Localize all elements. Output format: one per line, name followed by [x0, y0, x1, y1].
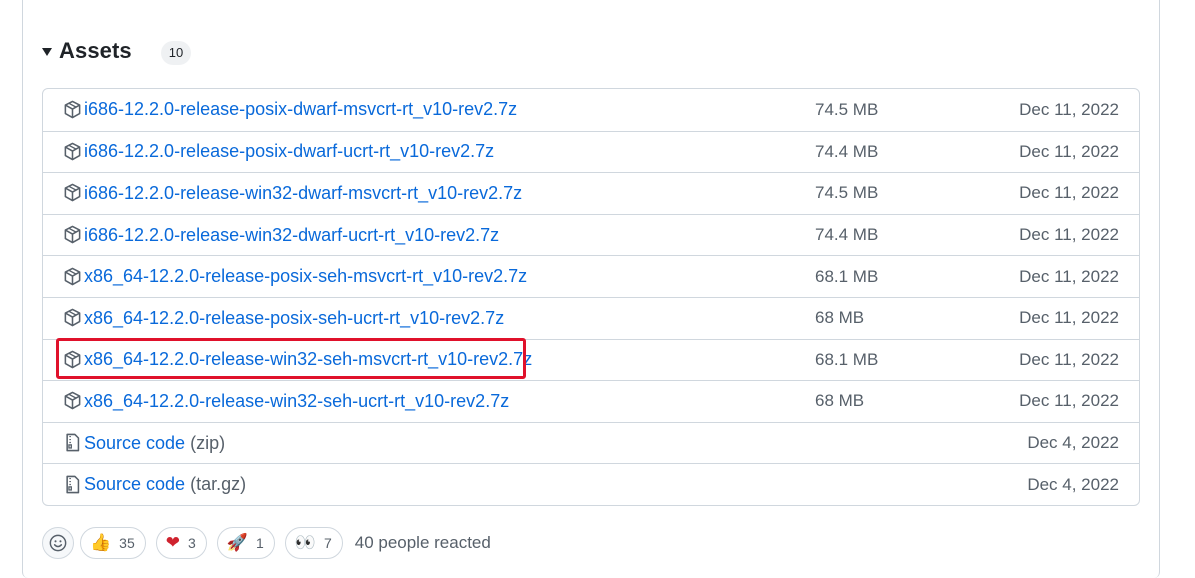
asset-date: Dec 11, 2022: [1019, 266, 1119, 286]
asset-size: 74.4 MB: [815, 141, 879, 161]
reactions-bar: 👍 35 ❤ 3 🚀 1 👀 7 40 people reacted: [42, 526, 491, 559]
asset-name: x86_64-12.2.0-release-posix-seh-msvcrt-r…: [84, 266, 528, 287]
asset-size: 74.5 MB: [815, 99, 879, 119]
asset-link[interactable]: x86_64-12.2.0-release-win32-seh-msvcrt-r…: [63, 340, 532, 381]
assets-title: Assets: [59, 38, 132, 63]
package-icon: [63, 350, 83, 370]
reaction-eyes-button[interactable]: 👀 7: [284, 526, 343, 559]
reaction-heart-button[interactable]: ❤ 3: [155, 526, 207, 559]
asset-link[interactable]: i686-12.2.0-release-posix-dwarf-msvcrt-r…: [63, 89, 517, 131]
asset-date: Dec 11, 2022: [1019, 99, 1119, 119]
assets-toggle[interactable]: Assets: [42, 36, 132, 66]
reaction-count: 35: [119, 534, 135, 551]
reaction-thumbs-up-button[interactable]: 👍 35: [80, 526, 146, 559]
reaction-count: 3: [188, 534, 196, 551]
asset-format: (tar.gz): [190, 474, 247, 495]
smiley-icon: [49, 534, 67, 551]
asset-name: x86_64-12.2.0-release-win32-seh-msvcrt-r…: [84, 349, 533, 370]
asset-name: x86_64-12.2.0-release-posix-seh-ucrt-rt_…: [84, 307, 505, 328]
rocket-icon: 🚀: [226, 533, 248, 552]
asset-link[interactable]: Source code (tar.gz): [63, 464, 246, 505]
caret-down-icon[interactable]: [42, 48, 52, 56]
reactions-summary: 40 people reacted: [354, 532, 491, 552]
asset-name: i686-12.2.0-release-posix-dwarf-ucrt-rt_…: [84, 141, 495, 162]
package-icon: [63, 142, 83, 162]
asset-row: Source code (zip) Dec 4, 2022: [43, 421, 1139, 464]
asset-date: Dec 4, 2022: [1027, 474, 1119, 494]
asset-date: Dec 11, 2022: [1019, 183, 1119, 203]
package-icon: [63, 267, 83, 287]
asset-row: x86_64-12.2.0-release-posix-seh-msvcrt-r…: [43, 255, 1139, 297]
asset-row: x86_64-12.2.0-release-posix-seh-ucrt-rt_…: [43, 296, 1139, 339]
file-zip-icon: [63, 433, 83, 453]
asset-name: i686-12.2.0-release-win32-dwarf-msvcrt-r…: [84, 182, 523, 203]
asset-date: Dec 11, 2022: [1019, 141, 1119, 161]
asset-link[interactable]: i686-12.2.0-release-win32-dwarf-msvcrt-r…: [63, 173, 522, 214]
asset-name: i686-12.2.0-release-posix-dwarf-msvcrt-r…: [84, 99, 518, 120]
asset-name: x86_64-12.2.0-release-win32-seh-ucrt-rt_…: [84, 390, 510, 411]
reaction-rocket-button[interactable]: 🚀 1: [216, 526, 275, 559]
asset-link[interactable]: i686-12.2.0-release-win32-dwarf-ucrt-rt_…: [63, 215, 499, 256]
asset-name: Source code: [84, 432, 186, 453]
asset-format: (zip): [190, 432, 226, 453]
assets-list: i686-12.2.0-release-posix-dwarf-msvcrt-r…: [42, 88, 1140, 506]
heart-icon: ❤: [165, 533, 180, 552]
asset-row: x86_64-12.2.0-release-win32-seh-msvcrt-r…: [43, 338, 1139, 381]
asset-row: i686-12.2.0-release-win32-dwarf-msvcrt-r…: [43, 172, 1139, 214]
thumbs-up-icon: 👍: [90, 533, 112, 552]
add-reaction-button[interactable]: [42, 526, 74, 559]
package-icon: [63, 183, 83, 203]
asset-date: Dec 11, 2022: [1019, 225, 1119, 245]
package-icon: [63, 225, 83, 245]
asset-row: x86_64-12.2.0-release-win32-seh-ucrt-rt_…: [43, 380, 1139, 422]
asset-link[interactable]: x86_64-12.2.0-release-posix-seh-msvcrt-r…: [63, 256, 527, 297]
asset-date: Dec 11, 2022: [1019, 391, 1119, 411]
package-icon: [63, 391, 83, 411]
asset-link[interactable]: i686-12.2.0-release-posix-dwarf-ucrt-rt_…: [63, 132, 494, 173]
asset-row: Source code (tar.gz) Dec 4, 2022: [43, 463, 1139, 505]
asset-row: i686-12.2.0-release-posix-dwarf-ucrt-rt_…: [43, 130, 1139, 173]
asset-link[interactable]: x86_64-12.2.0-release-win32-seh-ucrt-rt_…: [63, 381, 509, 422]
asset-date: Dec 11, 2022: [1019, 349, 1119, 369]
package-icon: [63, 100, 83, 120]
asset-date: Dec 11, 2022: [1019, 308, 1119, 328]
asset-row: i686-12.2.0-release-posix-dwarf-msvcrt-r…: [43, 89, 1139, 131]
asset-name: Source code: [84, 474, 186, 495]
asset-size: 68.1 MB: [815, 349, 879, 369]
asset-size: 68.1 MB: [815, 266, 879, 286]
asset-size: 74.4 MB: [815, 225, 879, 245]
file-zip-icon: [63, 475, 83, 495]
asset-date: Dec 4, 2022: [1027, 433, 1119, 453]
asset-link[interactable]: Source code (zip): [63, 423, 225, 464]
asset-size: 68 MB: [815, 391, 865, 411]
assets-count-badge: 10: [161, 41, 191, 65]
asset-link[interactable]: x86_64-12.2.0-release-posix-seh-ucrt-rt_…: [63, 298, 504, 339]
asset-size: 74.5 MB: [815, 183, 879, 203]
asset-name: i686-12.2.0-release-win32-dwarf-ucrt-rt_…: [84, 224, 500, 245]
reaction-count: 1: [255, 534, 264, 551]
reaction-count: 7: [323, 534, 332, 551]
asset-size: 68 MB: [815, 308, 865, 328]
package-icon: [63, 308, 83, 328]
asset-row: i686-12.2.0-release-win32-dwarf-ucrt-rt_…: [43, 213, 1139, 256]
eyes-icon: 👀: [294, 533, 316, 552]
